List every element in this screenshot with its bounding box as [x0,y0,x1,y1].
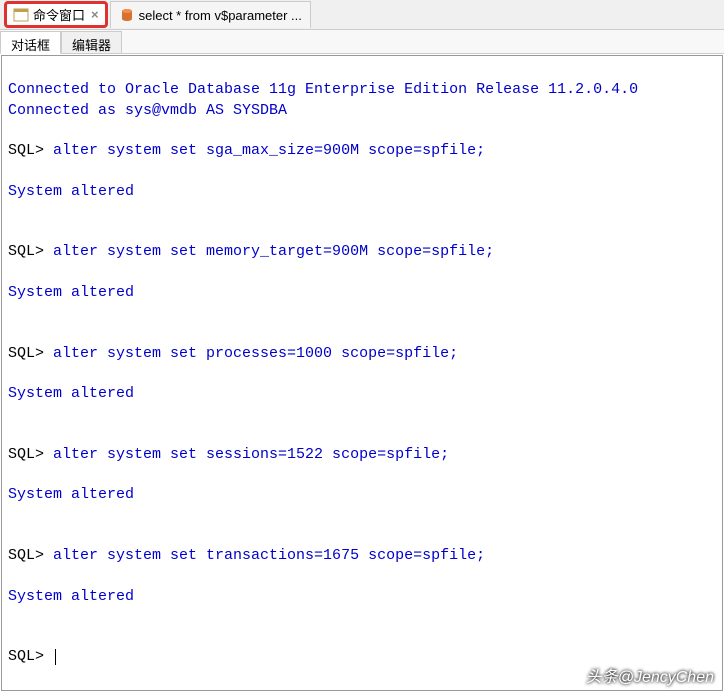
terminal-command: SQL> alter system set memory_target=900M… [8,243,494,260]
main-tabs-bar: 命令窗口 × select * from v$parameter ... [0,0,724,30]
watermark: 头条@JencyChen [586,663,714,687]
terminal-output: Connected as sys@vmdb AS SYSDBA [8,102,287,119]
sql-window-icon [13,7,29,23]
sql-prompt: SQL> [8,547,53,564]
text-cursor [55,649,56,665]
sql-prompt: SQL> [8,243,53,260]
sub-tab-editor[interactable]: 编辑器 [61,31,122,53]
database-icon [119,7,135,23]
terminal-command: SQL> alter system set sessions=1522 scop… [8,446,449,463]
sql-prompt: SQL> [8,345,53,362]
sql-terminal[interactable]: Connected to Oracle Database 11g Enterpr… [1,55,723,691]
sql-prompt: SQL> [8,647,53,667]
sub-tabs-bar: 对话框 编辑器 [0,30,724,54]
tab-select-query[interactable]: select * from v$parameter ... [110,1,311,28]
tab-command-window[interactable]: 命令窗口 × [4,1,108,28]
sql-prompt: SQL> [8,142,53,159]
sub-tab-label: 编辑器 [72,38,111,53]
terminal-command: SQL> alter system set transactions=1675 … [8,547,485,564]
terminal-command: SQL> alter system set processes=1000 sco… [8,345,458,362]
terminal-output: System altered [8,385,134,402]
sql-prompt: SQL> [8,446,53,463]
sub-tab-dialog[interactable]: 对话框 [0,31,61,54]
terminal-output: System altered [8,588,134,605]
terminal-command: SQL> alter system set sga_max_size=900M … [8,142,485,159]
terminal-output: System altered [8,486,134,503]
terminal-output: System altered [8,284,134,301]
terminal-output: Connected to Oracle Database 11g Enterpr… [8,81,638,98]
terminal-output: System altered [8,183,134,200]
sub-tab-label: 对话框 [11,38,50,53]
tab-label: 命令窗口 [33,5,85,24]
close-icon[interactable]: × [91,7,99,22]
tab-label: select * from v$parameter ... [139,8,302,23]
